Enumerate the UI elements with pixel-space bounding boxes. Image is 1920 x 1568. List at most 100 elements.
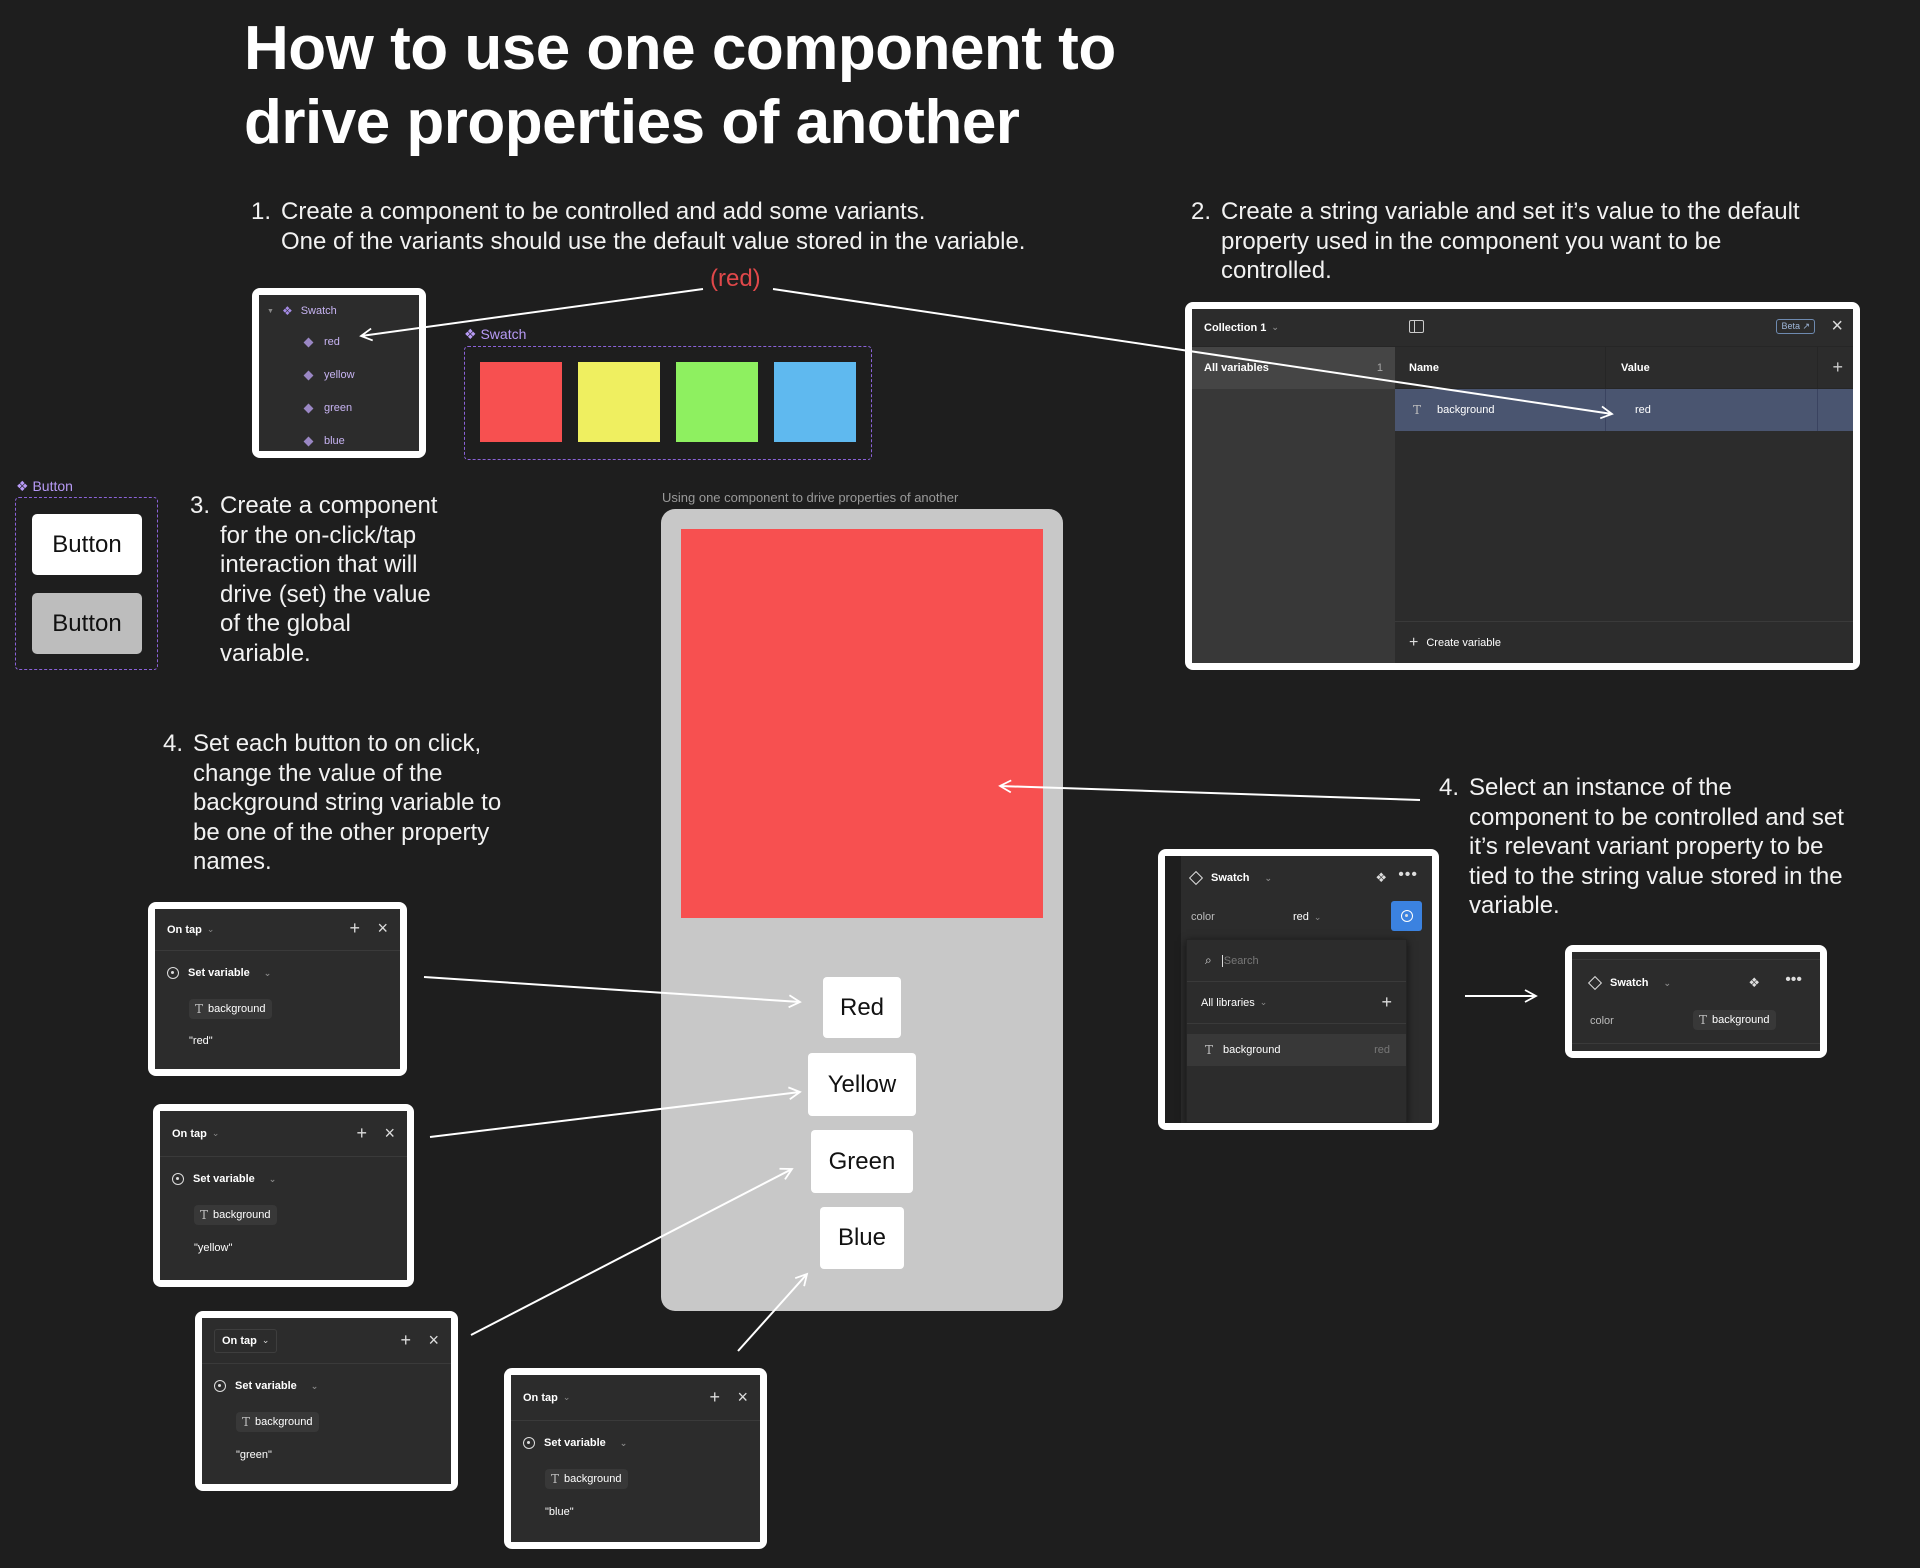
- variable-picker: ⌕ Search All libraries ⌄ + T background r…: [1186, 939, 1407, 1123]
- variable-value-cell[interactable]: red: [1635, 404, 1651, 416]
- instance-header[interactable]: Swatch ⌄: [1587, 975, 1672, 991]
- value-field[interactable]: "red": [189, 1035, 213, 1047]
- swatch-instance[interactable]: [681, 529, 1043, 918]
- button-variant-pressed[interactable]: Button: [32, 593, 142, 654]
- value-field[interactable]: "green": [236, 1449, 272, 1461]
- interaction-panel-yellow: On tap ⌄ + × Set variable ⌄ Tbackground "ye…: [153, 1104, 414, 1287]
- trigger-selector[interactable]: On tap ⌄: [214, 1328, 278, 1353]
- trigger-selector[interactable]: On tap ⌄ + ×: [155, 909, 400, 951]
- chevron-down-icon: ⌄: [1663, 977, 1672, 988]
- close-icon[interactable]: ×: [377, 918, 388, 938]
- arrow-instance-to-swatch: [998, 779, 1421, 801]
- close-icon[interactable]: ×: [1831, 315, 1843, 338]
- chevron-down-icon: ⌄: [268, 1173, 277, 1184]
- add-action-icon[interactable]: +: [356, 1123, 367, 1143]
- variable-icon: [172, 1173, 184, 1185]
- frame-label[interactable]: Using one component to drive properties …: [662, 490, 958, 505]
- instance-header[interactable]: Swatch ⌄: [1188, 870, 1273, 886]
- collection-name: Collection 1: [1204, 321, 1267, 334]
- sidebar-toggle-icon[interactable]: [1409, 320, 1424, 333]
- swatch-yellow[interactable]: [578, 362, 660, 442]
- add-action-icon[interactable]: +: [709, 1387, 720, 1407]
- close-icon[interactable]: ×: [428, 1330, 439, 1350]
- more-options-icon[interactable]: •••: [1785, 971, 1802, 989]
- layer-variant-row[interactable]: blue: [303, 435, 345, 447]
- action-selector[interactable]: Set variable ⌄: [167, 967, 271, 979]
- variable-pill[interactable]: Tbackground: [545, 1469, 628, 1489]
- variable-pill[interactable]: Tbackground: [236, 1412, 319, 1432]
- value-field[interactable]: "blue": [545, 1506, 574, 1518]
- close-icon[interactable]: ×: [384, 1123, 395, 1143]
- action-selector[interactable]: Set variable ⌄: [172, 1173, 276, 1185]
- add-action-icon[interactable]: +: [349, 918, 360, 938]
- layer-component-row[interactable]: ▼ ❖ Swatch: [267, 304, 337, 318]
- variant-icon: [303, 337, 314, 347]
- green-button[interactable]: Green: [811, 1130, 913, 1193]
- layer-variant-row[interactable]: yellow: [303, 369, 355, 381]
- variable-option[interactable]: T background red: [1187, 1034, 1406, 1066]
- chevron-down-icon: ⌄: [1264, 872, 1273, 883]
- trigger-label: On tap: [172, 1127, 207, 1140]
- step-line: Create a component: [220, 492, 438, 519]
- step-line: component to be controlled and set: [1469, 803, 1844, 831]
- chevron-down-icon: ⌄: [211, 1128, 220, 1138]
- step-2-text: 2. Create a string variable and set it’s…: [1191, 197, 1891, 286]
- layer-variant-row[interactable]: red: [303, 336, 340, 348]
- blue-button[interactable]: Blue: [820, 1207, 904, 1269]
- more-options-icon[interactable]: •••: [1398, 866, 1418, 884]
- action-selector[interactable]: Set variable ⌄: [214, 1380, 318, 1392]
- chevron-down-icon: ⌄: [562, 1392, 571, 1402]
- swatch-green[interactable]: [676, 362, 758, 442]
- search-input[interactable]: Search: [1221, 954, 1259, 967]
- collection-selector[interactable]: Collection 1 ⌄: [1192, 309, 1395, 347]
- layer-variant-row[interactable]: green: [303, 402, 353, 414]
- text-type-icon: T: [1699, 1013, 1708, 1027]
- action-selector[interactable]: Set variable ⌄: [523, 1437, 627, 1449]
- chevron-down-icon: ⌄: [263, 967, 272, 978]
- swatch-component-set[interactable]: [464, 346, 872, 460]
- trigger-selector[interactable]: On tap ⌄ + ×: [511, 1375, 760, 1421]
- swatch-red[interactable]: [480, 362, 562, 442]
- variable-name: background: [213, 1209, 271, 1221]
- variables-table: Beta ↗ × Name Value + T background red +…: [1395, 309, 1853, 663]
- trigger-selector[interactable]: On tap ⌄ + ×: [160, 1111, 407, 1157]
- variable-option-name: background: [1223, 1044, 1281, 1056]
- go-to-component-icon[interactable]: ❖: [1375, 870, 1387, 886]
- text-type-icon: T: [195, 1002, 204, 1016]
- step-line: of the global: [220, 610, 351, 637]
- variables-panel: Collection 1 ⌄ All variables 1 Beta ↗ × N…: [1185, 302, 1860, 670]
- create-variable-button[interactable]: + Create variable: [1395, 621, 1853, 663]
- value-field[interactable]: "yellow": [194, 1242, 232, 1254]
- add-variable-icon[interactable]: +: [1381, 992, 1392, 1013]
- variable-name-cell[interactable]: background: [1437, 404, 1495, 416]
- variant-name: green: [324, 402, 353, 414]
- beta-badge[interactable]: Beta ↗: [1776, 319, 1815, 334]
- button-variant-default[interactable]: Button: [32, 514, 142, 575]
- search-field[interactable]: ⌕ Search: [1187, 940, 1406, 982]
- variable-icon: [1400, 910, 1413, 922]
- bind-variable-button[interactable]: [1391, 901, 1422, 931]
- variant-name: red: [324, 336, 340, 348]
- trigger-header: On tap ⌄ + ×: [202, 1318, 451, 1364]
- yellow-button[interactable]: Yellow: [808, 1053, 916, 1116]
- instance-name: Swatch: [1610, 977, 1649, 989]
- property-value-dropdown[interactable]: red ⌄: [1293, 911, 1321, 923]
- group-all-variables[interactable]: All variables 1: [1192, 347, 1395, 389]
- red-button[interactable]: Red: [823, 977, 901, 1038]
- variable-pill[interactable]: Tbackground: [189, 999, 272, 1019]
- table-row[interactable]: T background red: [1395, 389, 1853, 431]
- add-action-icon[interactable]: +: [400, 1330, 411, 1350]
- chevron-down-icon: ⌄: [261, 1335, 270, 1345]
- variable-pill[interactable]: Tbackground: [194, 1205, 277, 1225]
- close-icon[interactable]: ×: [737, 1387, 748, 1407]
- action-label: Set variable: [544, 1437, 606, 1449]
- add-column-icon[interactable]: +: [1832, 357, 1843, 378]
- step-line: interaction that will: [220, 551, 418, 578]
- bound-variable-pill[interactable]: Tbackground: [1693, 1010, 1776, 1030]
- go-to-component-icon[interactable]: ❖: [1748, 975, 1760, 991]
- chevron-down-icon: ⌄: [206, 924, 215, 934]
- swatch-blue[interactable]: [774, 362, 856, 442]
- step-line: variable.: [1469, 892, 1560, 919]
- action-label: Set variable: [193, 1173, 255, 1185]
- library-selector[interactable]: All libraries ⌄ +: [1187, 982, 1406, 1024]
